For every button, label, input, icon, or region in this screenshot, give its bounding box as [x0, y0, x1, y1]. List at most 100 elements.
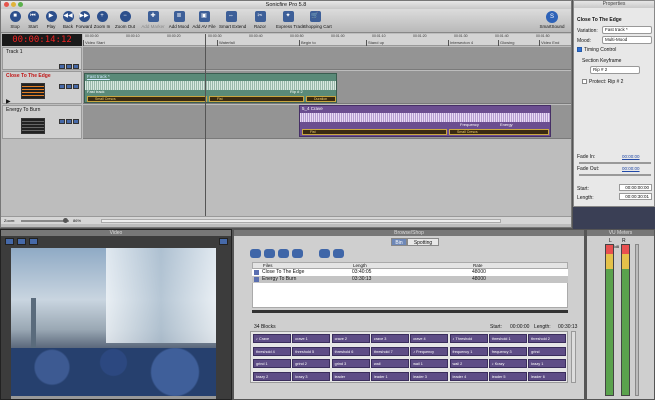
music-block[interactable]: crave 1: [292, 334, 331, 343]
keyframe-select[interactable]: Rip # 2: [590, 66, 640, 74]
remove-file-icon[interactable]: [264, 249, 275, 258]
clip-1-block-3[interactable]: Duration: [306, 96, 336, 102]
tab-bin[interactable]: Bin: [391, 238, 407, 246]
clip-1-block-2[interactable]: Fist: [209, 96, 304, 102]
music-block[interactable]: frequency 3: [488, 346, 527, 356]
track-header-1[interactable]: Track 1: [2, 47, 82, 70]
track-2-play-icon[interactable]: ▶: [6, 98, 11, 105]
zoom-out-button[interactable]: − Zoom Out: [113, 11, 137, 33]
clip-2-block-2[interactable]: Small Crescs: [449, 129, 549, 135]
minimize-icon[interactable]: [11, 2, 16, 7]
timing-control-checkbox[interactable]: [577, 47, 582, 52]
zoom-in-button[interactable]: + Zoom In: [90, 11, 114, 33]
track-3-mute-button[interactable]: [59, 119, 65, 124]
track-2-lock-button[interactable]: [73, 84, 79, 89]
track-header-3[interactable]: Energy To Burn: [2, 105, 82, 139]
file-row[interactable]: Close To The Edge 03:40:05 48000: [252, 269, 568, 276]
mood-select[interactable]: Multi-Mood: [602, 36, 652, 44]
zoom-slider[interactable]: [21, 220, 69, 222]
column-files[interactable]: Files: [263, 263, 273, 268]
music-block[interactable]: leader 1: [370, 371, 409, 381]
video-options-icon[interactable]: [219, 238, 228, 245]
express-track-button[interactable]: ✦ Express Track: [276, 11, 305, 33]
shop-icon[interactable]: [333, 249, 344, 258]
track-1-lock-button[interactable]: [73, 64, 79, 69]
column-length[interactable]: Length: [353, 263, 367, 268]
track-3-solo-button[interactable]: [66, 119, 72, 124]
track-1-lane[interactable]: [83, 47, 571, 70]
file-row[interactable]: Energy To Burn 03:30:13 48000: [252, 276, 568, 283]
music-block[interactable]: ♪ Frequency: [410, 346, 449, 356]
music-block[interactable]: threshold 1: [488, 334, 527, 343]
horizontal-scrollbar[interactable]: [101, 219, 501, 223]
track-header-2[interactable]: Close To The Edge ▶: [2, 71, 82, 105]
music-block[interactable]: ♪ Krazy: [488, 359, 527, 368]
music-block[interactable]: crave 4: [410, 334, 449, 343]
fade-in-value[interactable]: 00:00:00: [622, 154, 640, 159]
fade-out-slider[interactable]: [579, 174, 651, 176]
grid-view-icon[interactable]: [292, 249, 303, 258]
track-1-solo-button[interactable]: [66, 64, 72, 69]
music-block[interactable]: wail: [370, 359, 409, 368]
track-2-mute-button[interactable]: [59, 84, 65, 89]
list-view-icon[interactable]: [278, 249, 289, 258]
music-block[interactable]: threshold 5: [292, 346, 331, 356]
clip-close-to-the-edge[interactable]: Fast track * Fast track Rip # 2 Small Cr…: [84, 73, 337, 103]
track-1-mute-button[interactable]: [59, 64, 65, 69]
video-frame-icon[interactable]: [17, 238, 26, 245]
column-rate[interactable]: Rate: [473, 263, 483, 268]
timeline-marker[interactable]: Stand up: [366, 40, 384, 46]
music-block[interactable]: frequency 1: [449, 346, 488, 356]
timeline-marker[interactable]: Begin to: [299, 40, 316, 46]
music-block[interactable]: leader: [331, 371, 370, 381]
music-block[interactable]: threshold 6: [331, 346, 370, 356]
music-block[interactable]: grind 2: [292, 359, 331, 368]
clip-1-block-1[interactable]: Small Crescs: [87, 96, 207, 102]
track-2-solo-button[interactable]: [66, 84, 72, 89]
empty-track-area[interactable]: [2, 140, 571, 216]
zoom-slider-thumb[interactable]: [63, 218, 68, 223]
preview-icon[interactable]: [319, 249, 330, 258]
music-block[interactable]: wail 2: [449, 359, 488, 368]
start-field[interactable]: 00:00:00:00: [619, 184, 652, 191]
music-block[interactable]: grind 3: [331, 359, 370, 368]
music-block[interactable]: leader 6: [528, 371, 567, 381]
timeline-marker[interactable]: Glowing: [498, 40, 514, 46]
vu-volume-slider[interactable]: [635, 244, 639, 396]
timeline-marker[interactable]: Video Start: [83, 40, 105, 46]
video-fit-icon[interactable]: [29, 238, 38, 245]
add-av-file-button[interactable]: ▣ Add AV File: [192, 11, 216, 33]
video-import-icon[interactable]: [5, 238, 14, 245]
music-block[interactable]: leader 4: [449, 371, 488, 381]
music-block[interactable]: leader 5: [488, 371, 527, 381]
add-marker-button[interactable]: ✚ Add Marker: [141, 11, 165, 33]
razor-button[interactable]: ✂ Razor: [248, 11, 272, 33]
track-3-lock-button[interactable]: [73, 119, 79, 124]
playhead[interactable]: [205, 34, 206, 216]
music-block[interactable]: crave 2: [331, 334, 370, 343]
close-icon[interactable]: [4, 2, 9, 7]
timeline-marker[interactable]: Waterfall: [217, 40, 235, 46]
add-file-icon[interactable]: [250, 249, 261, 258]
clip-2-block-1[interactable]: Fist: [302, 129, 447, 135]
timeline-ruler[interactable]: 00:00:00 00:00:10 00:00:20 00:00:30 00:00:40…: [83, 34, 571, 46]
shopping-cart-button[interactable]: 🛒 Shopping Cart: [303, 11, 332, 33]
music-block[interactable]: leader 3: [410, 371, 449, 381]
variation-select[interactable]: Fast track *: [602, 26, 652, 34]
smartsound-button[interactable]: S SmartSound: [535, 11, 569, 33]
music-block[interactable]: krazy 3: [292, 371, 331, 381]
music-block[interactable]: threshold 2: [528, 334, 567, 343]
music-block[interactable]: grind: [528, 346, 567, 356]
music-block[interactable]: krazy 1: [528, 359, 567, 368]
music-block[interactable]: threshold 7: [370, 346, 409, 356]
music-block[interactable]: wail 1: [410, 359, 449, 368]
blocks-scrollbar[interactable]: [571, 331, 576, 383]
browser-preview-bar[interactable]: [252, 310, 568, 313]
music-block[interactable]: threshold 4: [253, 346, 291, 356]
music-block[interactable]: grind 1: [253, 359, 291, 368]
length-field[interactable]: 00:00:30:01: [619, 193, 652, 200]
fade-out-value[interactable]: 00:00:00: [622, 166, 640, 171]
fade-in-slider[interactable]: [579, 162, 651, 164]
music-block[interactable]: ♪ Threshold: [449, 334, 488, 343]
zoom-window-icon[interactable]: [18, 2, 23, 7]
